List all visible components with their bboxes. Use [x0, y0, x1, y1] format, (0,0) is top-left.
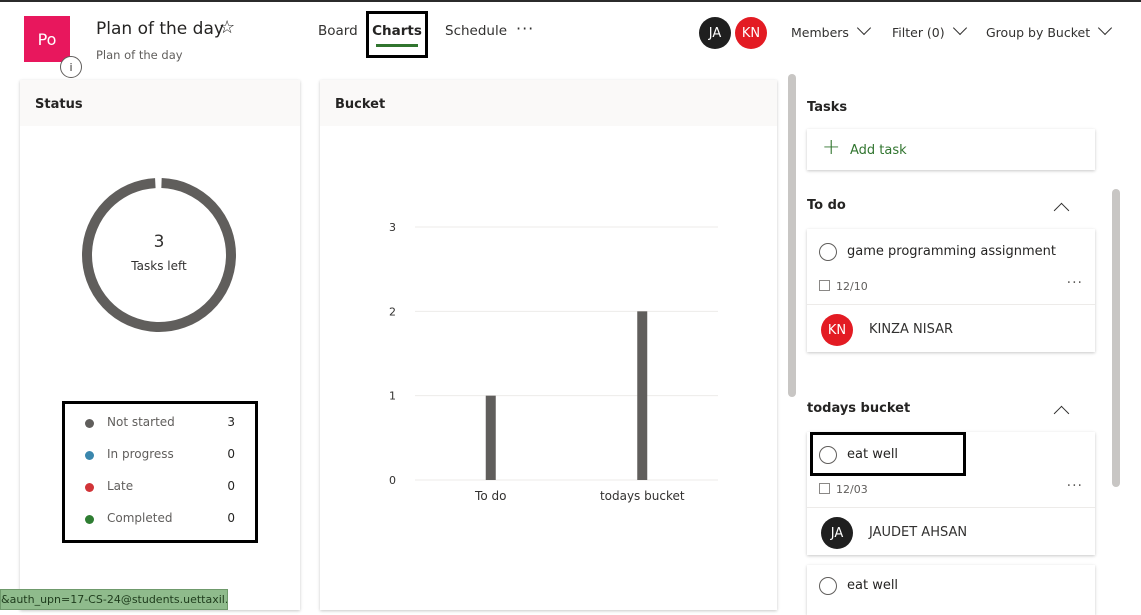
y-tick-label: 1 — [389, 390, 396, 403]
legend-label: Not started — [107, 415, 175, 429]
task-card[interactable]: game programming assignment 12/10 ··· KN… — [807, 229, 1095, 352]
assignee-name: JAUDET AHSAN — [869, 525, 968, 540]
chevron-up-icon[interactable] — [1053, 202, 1070, 219]
group-label: Group by Bucket — [986, 25, 1091, 40]
legend-dot-completed — [85, 515, 94, 524]
tab-schedule[interactable]: Schedule — [445, 23, 507, 39]
task-title: eat well — [847, 578, 899, 593]
plus-icon: + — [822, 135, 841, 160]
bucket-card: Bucket 0 1 2 3 To do todays bucket — [320, 80, 777, 610]
tab-charts[interactable]: Charts — [366, 11, 428, 58]
legend-not-started[interactable]: Not started 3 — [85, 414, 235, 434]
assignee-avatar: KN — [821, 314, 853, 346]
charts-scrollbar[interactable] — [788, 74, 796, 397]
due-date-text: 12/03 — [836, 483, 868, 496]
status-donut-chart — [81, 178, 236, 333]
members-dropdown[interactable]: Members — [791, 20, 872, 40]
x-tick-label: To do — [474, 489, 506, 503]
plan-subtitle: Plan of the day — [96, 48, 183, 62]
highlight-box — [810, 432, 966, 476]
plan-icon[interactable]: Po — [24, 16, 70, 62]
tab-charts-label: Charts — [372, 22, 422, 39]
favorite-star-icon[interactable]: ☆ — [219, 17, 235, 38]
legend-label: Completed — [107, 511, 173, 525]
x-tick-label: todays bucket — [600, 489, 685, 503]
browser-status-bar: &auth_upn=17-CS-24@students.uettaxil... — [0, 589, 228, 610]
legend-label: Late — [107, 479, 134, 493]
chevron-down-icon — [856, 20, 872, 36]
status-legend: Not started 3 In progress 0 Late 0 Compl… — [62, 401, 258, 543]
tasks-panel-title: Tasks — [807, 100, 848, 115]
chevron-down-icon — [952, 20, 967, 36]
divider — [807, 304, 1095, 305]
info-icon[interactable]: i — [60, 56, 82, 78]
due-date-text: 12/10 — [836, 280, 868, 293]
tasks-left-count: 3 — [153, 232, 165, 252]
filter-label: Filter (0) — [892, 25, 945, 40]
member-avatar-ja[interactable]: JA — [699, 17, 731, 49]
legend-late[interactable]: Late 0 — [85, 478, 235, 498]
bucket-header-to-do: To do — [807, 198, 846, 213]
plan-title: Plan of the day — [96, 19, 224, 39]
filter-dropdown[interactable]: Filter (0) — [892, 20, 967, 40]
bucket-header-todays-bucket: todays bucket — [807, 401, 911, 416]
tasks-scrollbar[interactable] — [1112, 189, 1120, 487]
legend-count: 0 — [227, 447, 235, 461]
active-tab-underline — [376, 43, 418, 47]
legend-dot-not-started — [85, 419, 94, 428]
assignee-name: KINZA NISAR — [869, 322, 953, 337]
complete-task-circle-icon[interactable] — [819, 243, 837, 261]
calendar-icon — [819, 280, 830, 291]
legend-label: In progress — [107, 447, 174, 461]
y-tick-label: 0 — [389, 474, 396, 487]
due-date: 12/03 — [819, 482, 868, 496]
group-by-dropdown[interactable]: Group by Bucket — [986, 20, 1113, 40]
task-card[interactable]: eat well — [807, 565, 1095, 615]
tab-board[interactable]: Board — [318, 23, 358, 39]
chevron-down-icon — [1098, 20, 1113, 36]
plan-initials: Po — [37, 29, 57, 49]
task-title: game programming assignment — [847, 244, 1057, 259]
task-more-icon[interactable]: ··· — [1067, 478, 1083, 494]
status-donut: 3 Tasks left — [79, 175, 239, 335]
calendar-icon — [819, 483, 830, 494]
legend-count: 0 — [227, 511, 235, 525]
bar[interactable] — [485, 395, 496, 480]
tasks-left-label: Tasks left — [131, 259, 187, 273]
bucket-bar-chart: 0 1 2 3 To do todays bucket — [389, 221, 718, 503]
more-options-icon[interactable]: ··· — [516, 19, 534, 38]
legend-dot-late — [85, 483, 94, 492]
status-card-title: Status — [20, 80, 300, 126]
assignee-avatar: JA — [821, 517, 853, 549]
member-avatar-kn[interactable]: KN — [735, 17, 767, 49]
divider — [807, 507, 1095, 508]
legend-in-progress[interactable]: In progress 0 — [85, 446, 235, 466]
legend-count: 0 — [227, 479, 235, 493]
chevron-up-icon[interactable] — [1053, 405, 1070, 422]
bar[interactable] — [637, 311, 648, 480]
legend-dot-in-progress — [85, 451, 94, 460]
members-label: Members — [791, 25, 849, 40]
y-tick-label: 3 — [389, 221, 396, 234]
y-tick-label: 2 — [389, 305, 396, 318]
complete-task-circle-icon[interactable] — [819, 577, 837, 595]
add-task-button[interactable]: + Add task — [807, 129, 1095, 170]
status-card: Status 3 Tasks left Not started 3 In pro… — [20, 80, 300, 610]
legend-count: 3 — [227, 415, 235, 429]
add-task-label: Add task — [850, 143, 907, 158]
task-more-icon[interactable]: ··· — [1067, 275, 1083, 291]
donut-ring-not-started — [81, 178, 236, 333]
legend-completed[interactable]: Completed 0 — [85, 510, 235, 530]
due-date: 12/10 — [819, 279, 868, 293]
